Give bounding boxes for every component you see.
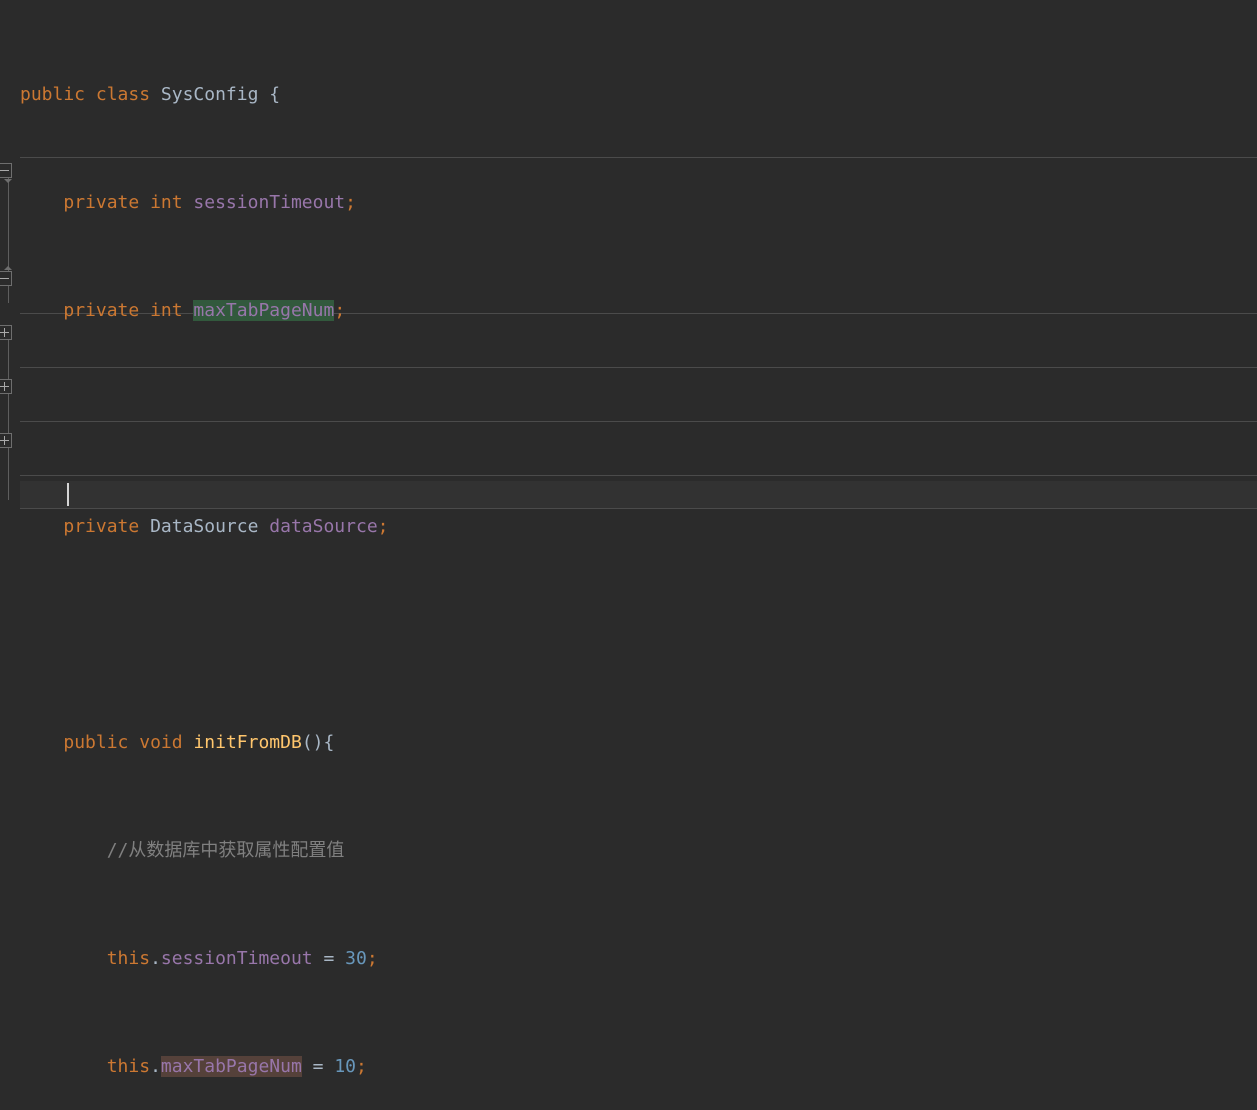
plus-icon: [4, 328, 5, 337]
keyword-void: void: [139, 732, 182, 753]
fold-marker-collapsed[interactable]: [0, 433, 12, 448]
code-content[interactable]: public class SysConfig { private int ses…: [0, 0, 1257, 1110]
semicolon: ;: [378, 516, 389, 537]
minus-icon: [0, 278, 9, 279]
plus-icon: [4, 382, 5, 391]
editor-gutter[interactable]: [0, 0, 20, 555]
keyword-int: int: [150, 300, 183, 321]
keyword-public: public: [63, 732, 128, 753]
fold-marker-collapsed[interactable]: [0, 379, 12, 394]
comment: //从数据库中获取属性配置值: [107, 840, 345, 861]
code-line-blank[interactable]: [0, 405, 1257, 432]
brace: {: [269, 84, 280, 105]
code-line[interactable]: private int sessionTimeout;: [0, 189, 1257, 216]
keyword-this: this: [107, 1056, 150, 1077]
keyword-this: this: [107, 948, 150, 969]
text-caret: [67, 483, 69, 506]
field-declaration: dataSource: [269, 516, 377, 537]
code-line[interactable]: //从数据库中获取属性配置值: [0, 837, 1257, 864]
keyword-int: int: [150, 192, 183, 213]
type-name: DataSource: [150, 516, 258, 537]
class-name: SysConfig: [161, 84, 259, 105]
keyword-private: private: [63, 192, 139, 213]
fold-marker-expanded[interactable]: [0, 271, 12, 286]
keyword-public: public: [20, 84, 85, 105]
keyword-private: private: [63, 516, 139, 537]
assignment-operator: =: [313, 948, 346, 969]
dot: .: [150, 948, 161, 969]
semicolon: ;: [345, 192, 356, 213]
code-line[interactable]: private int maxTabPageNum;: [0, 297, 1257, 324]
keyword-private: private: [63, 300, 139, 321]
fold-arrow-icon: [4, 179, 12, 183]
keyword-class: class: [96, 84, 150, 105]
semicolon: ;: [356, 1056, 367, 1077]
assignment-operator: =: [302, 1056, 335, 1077]
plus-icon: [4, 436, 5, 445]
dot: .: [150, 1056, 161, 1077]
code-line[interactable]: private DataSource dataSource;: [0, 513, 1257, 540]
number-literal: 10: [334, 1056, 356, 1077]
method-name: initFromDB: [193, 732, 301, 753]
code-line[interactable]: public void initFromDB(){: [0, 729, 1257, 756]
fold-guide-line: [8, 340, 9, 500]
code-line[interactable]: this.maxTabPageNum = 10;: [0, 1053, 1257, 1080]
number-literal: 30: [345, 948, 367, 969]
field-declaration-highlighted: maxTabPageNum: [193, 300, 334, 321]
minus-icon: [0, 170, 9, 171]
code-editor[interactable]: public class SysConfig { private int ses…: [0, 0, 1257, 555]
field-reference: sessionTimeout: [161, 948, 313, 969]
fold-arrow-icon: [4, 266, 12, 270]
semicolon: ;: [367, 948, 378, 969]
code-line[interactable]: public class SysConfig {: [0, 81, 1257, 108]
semicolon: ;: [334, 300, 345, 321]
parentheses: (): [302, 732, 324, 753]
code-line[interactable]: this.sessionTimeout = 30;: [0, 945, 1257, 972]
field-declaration: sessionTimeout: [193, 192, 345, 213]
field-reference-highlighted: maxTabPageNum: [161, 1056, 302, 1077]
brace: {: [324, 732, 335, 753]
fold-marker-expanded[interactable]: [0, 163, 12, 178]
code-line-blank[interactable]: [0, 621, 1257, 648]
fold-marker-collapsed[interactable]: [0, 325, 12, 340]
